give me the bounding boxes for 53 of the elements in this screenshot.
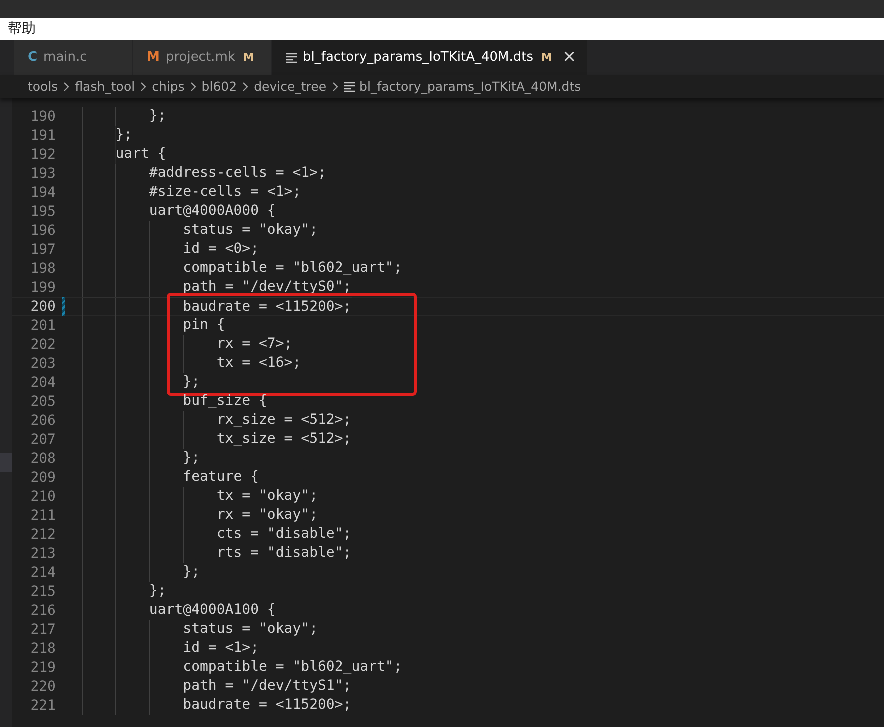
line-number: 209 <box>30 470 56 486</box>
makefile-icon: M <box>147 50 160 65</box>
chevron-icon <box>332 82 339 92</box>
line-number: 215 <box>30 584 56 600</box>
menu-item[interactable]: 帮助 <box>8 20 36 38</box>
line-number: 214 <box>30 564 56 580</box>
line-number: 221 <box>30 698 56 714</box>
chevron-icon <box>140 82 148 92</box>
modified-marker <box>62 297 65 316</box>
breadcrumb-item[interactable]: device_tree <box>254 79 327 94</box>
line-number: 198 <box>30 260 56 276</box>
line-number: 190 <box>30 108 56 124</box>
breadcrumb-item[interactable]: tools <box>28 79 58 94</box>
line-number: 207 <box>30 432 56 448</box>
line-number: 206 <box>30 412 56 428</box>
editor-tab[interactable]: M project.mk M <box>133 40 272 75</box>
line-number: 200 <box>30 298 56 314</box>
line-number: 219 <box>30 660 56 676</box>
line-number: 210 <box>30 488 56 504</box>
line-number: 201 <box>30 318 56 334</box>
line-number: 193 <box>30 166 56 182</box>
close-icon[interactable]: × <box>562 49 577 66</box>
line-number: 212 <box>30 526 56 542</box>
line-number: 213 <box>30 546 56 562</box>
line-number: 208 <box>30 450 56 466</box>
line-number: 196 <box>30 222 56 238</box>
text-file-icon <box>344 82 355 92</box>
breadcrumb-item[interactable]: bl602 <box>202 79 238 94</box>
line-number: 204 <box>30 374 56 390</box>
line-number: 202 <box>30 336 56 352</box>
line-number: 199 <box>30 280 56 296</box>
chevron-icon <box>63 82 70 92</box>
line-number: 197 <box>30 242 56 258</box>
breadcrumb-item[interactable]: flash_tool <box>75 79 136 94</box>
line-number: 205 <box>30 394 56 410</box>
line-number: 192 <box>30 146 56 162</box>
line-number: 218 <box>30 640 56 656</box>
editor-tab[interactable]: C main.c <box>14 40 133 75</box>
line-number: 220 <box>30 678 56 694</box>
line-number: 217 <box>30 622 56 638</box>
line-number: 195 <box>30 204 56 220</box>
breadcrumb-item[interactable]: bl_factory_params_IoTKitA_40M.dts <box>360 79 582 94</box>
line-number: 216 <box>30 602 56 618</box>
chevron-icon <box>190 82 197 92</box>
line-number: 191 <box>30 128 56 144</box>
line-number: 211 <box>30 508 56 524</box>
text-file-icon <box>286 52 297 62</box>
line-number: 203 <box>30 356 56 372</box>
editor-tab[interactable]: bl_factory_params_IoTKitA_40M.dts M × <box>272 40 588 75</box>
line-number: 194 <box>30 184 56 200</box>
c-file-icon: C <box>28 50 38 65</box>
breadcrumb-item[interactable]: chips <box>152 79 185 94</box>
chevron-icon <box>242 82 250 92</box>
